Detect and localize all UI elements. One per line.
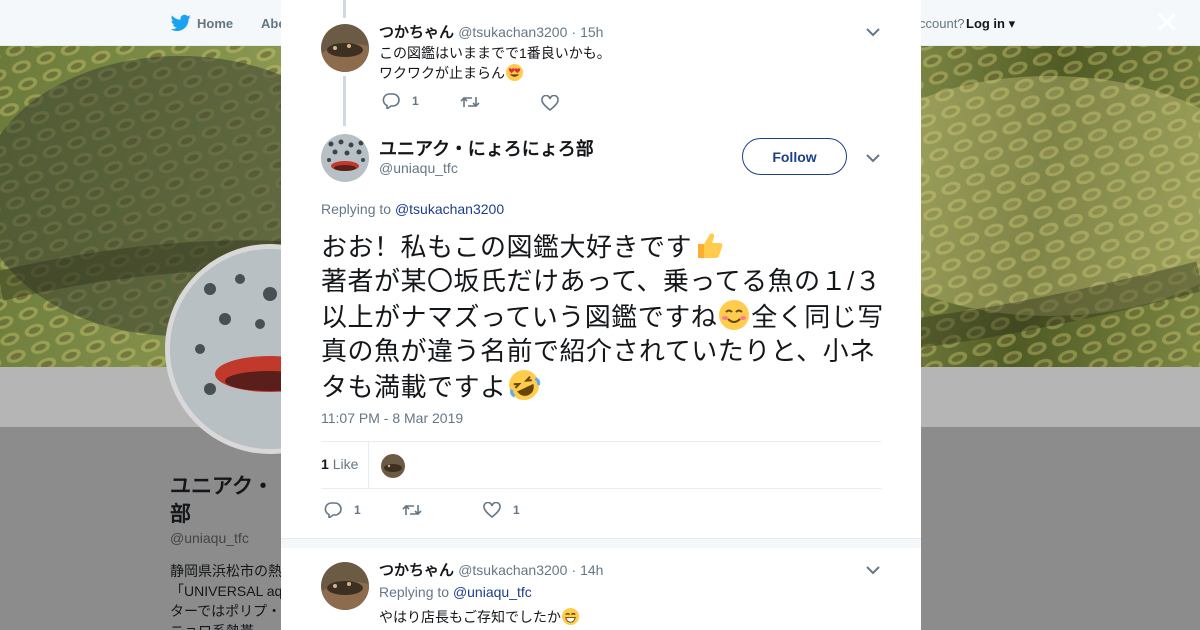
reply-tweet-name[interactable]: つかちゃん [379,562,454,579]
twitter-bird-icon[interactable] [171,14,191,32]
close-modal-icon[interactable]: ✕ [1154,9,1180,39]
replies-separator [281,538,921,548]
bio-line: ターではポリプ・ [170,603,282,619]
replying-handle-link[interactable]: @tsukachan3200 [395,201,504,217]
heart-icon [483,502,501,518]
profile-name-line1: ユニアク・ [170,475,274,498]
main-tweet-text: おお！私もこの図鑑大好きです 著者が某〇坂氏だけあって、乗ってる魚の１/３以上が… [321,228,886,404]
thread-line [343,76,346,126]
bio-line: 「UNIVERSAL aq [170,583,283,599]
main-tweet-handle[interactable]: @uniaqu_tfc [379,160,458,176]
profile-bio: 静岡県浜松市の熱 「UNIVERSAL aq ターではポリプ・ ニョロ系熱帯 [170,561,285,630]
profile-handle: @uniaqu_tfc [170,530,249,546]
login-link[interactable]: Log in ▾ [966,16,1015,32]
tweet-stats-bar: 1 Like [321,441,881,489]
parent-tweet-handle[interactable]: @tsukachan3200 [458,24,567,40]
stats-divider [368,442,369,488]
thread-line [343,0,346,18]
replying-label: Replying to [379,584,450,600]
main-reply-count: 1 [354,503,361,517]
reply-tweet-avatar[interactable] [321,562,369,610]
reply-replying-to: Replying to @uniaqu_tfc [379,584,532,600]
liker-avatar[interactable] [381,454,405,478]
main-replying-to: Replying to @tsukachan3200 [321,201,504,217]
main-tweet-more-chevron-icon[interactable] [866,153,880,163]
bio-line: ニョロ系熱帯 [170,621,285,630]
smiling-emoji-icon [719,300,750,330]
profile-name: ユニアク・ 部 [170,473,285,529]
main-like-action[interactable]: 1 [483,502,520,518]
parent-tweet-name[interactable]: つかちゃん [379,24,454,41]
main-reply-action[interactable]: 1 [324,502,361,518]
main-retweet-icon[interactable] [402,503,422,517]
parent-retweet-icon[interactable] [460,95,480,109]
main-like-count: 1 [513,503,520,517]
grinning-emoji-icon [561,607,580,626]
thumbs-up-emoji-icon [698,233,723,258]
replying-handle-link[interactable]: @uniaqu_tfc [453,584,532,600]
bio-line: 静岡県浜松市の熱 [170,563,282,579]
parent-tweet-text-line1: この図鑑はいままでで1番良いかも。 [379,45,611,61]
nav-home-link[interactable]: Home [197,16,233,31]
login-label: Log in [966,16,1005,31]
heart-eyes-emoji-icon [505,63,524,82]
parent-tweet-more-chevron-icon[interactable] [866,27,880,37]
tweet-permalink-modal: つかちゃん @tsukachan3200 · 15h この図鑑はいままでで1番良… [281,0,921,630]
reply-tweet-time[interactable]: · 14h [572,562,604,578]
account-prompt: ccount? [919,16,965,31]
main-tweet-avatar[interactable] [321,134,369,182]
reply-icon [382,93,400,109]
likes-count: 1 [321,456,329,472]
reply-tweet-handle[interactable]: @tsukachan3200 [458,562,567,578]
likes-count-link[interactable]: 1 Like [321,456,358,472]
parent-like-icon[interactable] [541,95,559,111]
profile-name-line2: 部 [170,503,191,526]
likes-label: Like [332,456,359,472]
parent-tweet-time[interactable]: · 15h [572,24,604,40]
reply-tweet-more-chevron-icon[interactable] [866,565,880,575]
follow-button[interactable]: Follow [742,138,847,175]
main-tweet-name[interactable]: ユニアク・にょろにょろ部 [379,135,594,161]
rofl-emoji-icon [508,370,540,400]
main-tweet-text-part1: おお！私もこの図鑑大好きです [321,232,693,262]
parent-tweet-text-line2: ワクワクが止まらん [379,65,505,81]
parent-reply-count: 1 [412,94,419,108]
parent-tweet-avatar[interactable] [321,24,369,72]
reply-tweet-text: やはり店長もご存知でしたか [379,609,561,625]
replying-label: Replying to [321,201,392,217]
main-tweet-timestamp[interactable]: 11:07 PM - 8 Mar 2019 [321,410,463,426]
reply-icon [324,502,342,518]
parent-reply-action[interactable]: 1 [382,93,419,109]
